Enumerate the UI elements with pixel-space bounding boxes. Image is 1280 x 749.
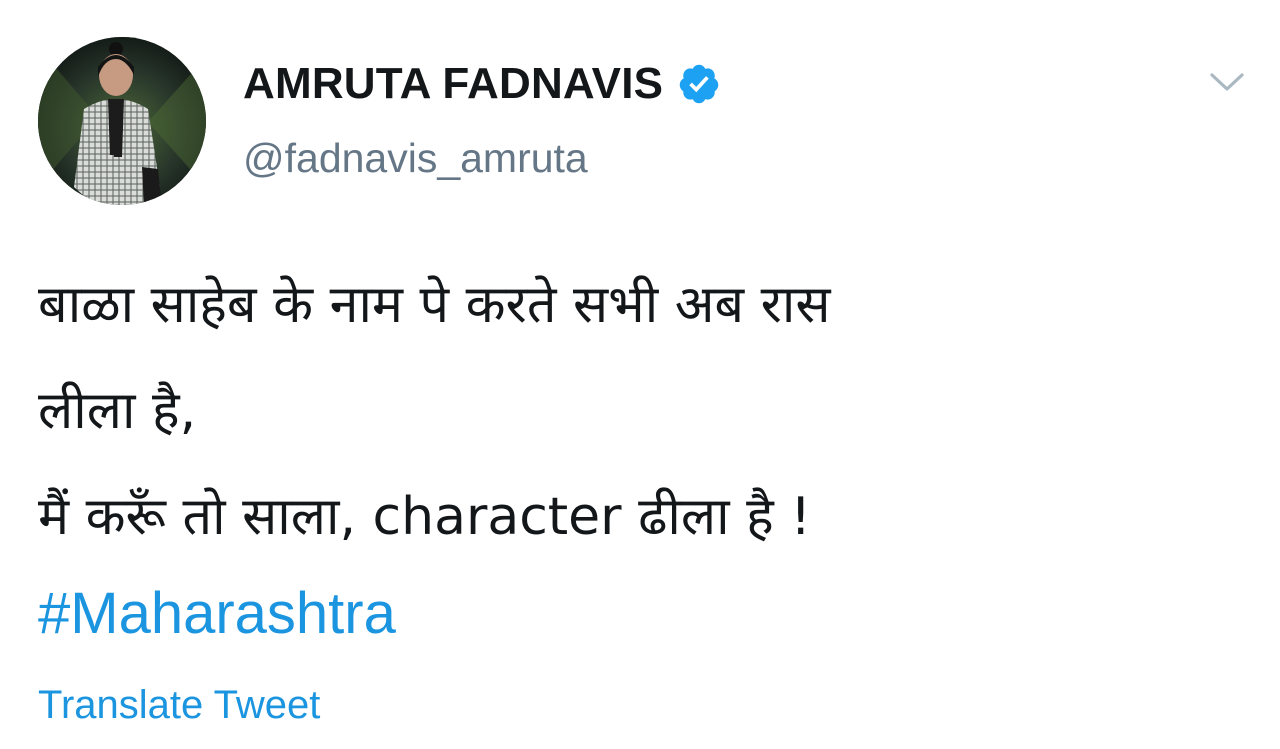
chevron-down-icon (1210, 73, 1244, 91)
author-display-name[interactable]: AMRUTA FADNAVIS (243, 59, 663, 109)
tweet-text-line: लीला है, (38, 381, 197, 441)
author-handle[interactable]: @fadnavis_amruta (243, 135, 588, 182)
tweet-text-line: मैं करूँ तो साला, character ढीला है ! (38, 487, 812, 547)
author-name-row[interactable]: AMRUTA FADNAVIS (243, 54, 721, 114)
avatar[interactable] (38, 37, 206, 205)
translate-tweet-link[interactable]: Translate Tweet (38, 683, 320, 728)
hashtag-link[interactable]: #Maharashtra (38, 570, 1218, 658)
verified-badge-icon (677, 62, 721, 106)
tweet-text-line: बाळा साहेब के नाम पे करते सभी अब रास (38, 275, 831, 335)
profile-photo (38, 37, 206, 205)
tweet-menu-button[interactable] (1203, 64, 1251, 100)
tweet-text: बाळा साहेब के नाम पे करते सभी अब रास लील… (38, 252, 1218, 658)
